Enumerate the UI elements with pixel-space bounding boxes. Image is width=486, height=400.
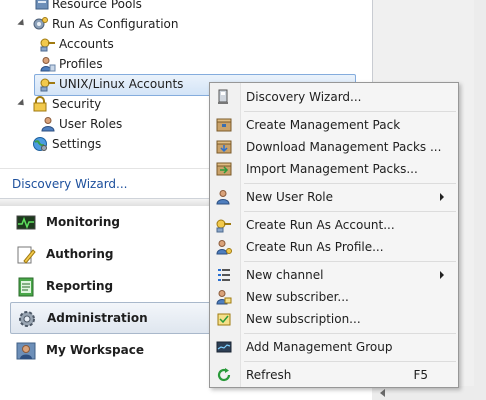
- authoring-icon: [17, 246, 36, 264]
- administration-gear-icon: [19, 311, 35, 327]
- expand-chevron-icon[interactable]: [17, 98, 27, 109]
- menu-separator: [244, 183, 456, 184]
- management-pack-icon: [216, 118, 232, 132]
- wunderbar-label: Authoring: [46, 247, 114, 261]
- submenu-arrow-icon: [440, 271, 444, 279]
- wunderbar-label: Administration: [47, 311, 148, 325]
- menu-item-label: Discovery Wizard...: [246, 90, 362, 104]
- menu-item-label: New channel: [246, 268, 324, 282]
- subscriber-icon: [216, 290, 232, 305]
- menu-item-create-management-pack[interactable]: Create Management Pack: [212, 114, 456, 136]
- unix-account-key-icon: [40, 78, 55, 92]
- tree-item-label: Security: [52, 97, 102, 111]
- menu-item-new-subscriber[interactable]: New subscriber...: [212, 286, 456, 308]
- wunderbar-label: Monitoring: [46, 215, 120, 229]
- menu-item-download-management-packs[interactable]: Download Management Packs ...: [212, 136, 456, 158]
- tree-item-label: Accounts: [59, 37, 114, 51]
- menu-item-label: Create Run As Account...: [246, 218, 395, 232]
- menu-item-label: Add Management Group: [246, 340, 393, 354]
- monitoring-icon: [16, 215, 36, 230]
- subscription-icon: [217, 313, 231, 326]
- menu-item-create-run-as-profile[interactable]: Create Run As Profile...: [212, 236, 456, 258]
- user-role-icon: [41, 117, 55, 132]
- menu-separator: [244, 361, 456, 362]
- settings-globe-icon: [33, 137, 47, 151]
- tree-item-label: Settings: [52, 137, 102, 151]
- menu-separator: [244, 211, 456, 212]
- submenu-arrow-icon: [440, 193, 444, 201]
- import-management-pack-icon: [216, 162, 232, 176]
- run-as-configuration-icon: [33, 17, 48, 30]
- tree-item-label: Resource Pools: [52, 0, 142, 11]
- vertical-scrollbar[interactable]: [474, 0, 486, 400]
- channel-list-icon: [218, 269, 230, 281]
- menu-item-refresh[interactable]: Refresh F5: [212, 364, 456, 386]
- menu-item-discovery-wizard[interactable]: Discovery Wizard...: [212, 86, 456, 108]
- refresh-icon: [217, 368, 231, 382]
- menu-item-label: Download Management Packs ...: [246, 140, 442, 154]
- menu-separator: [244, 111, 456, 112]
- discovery-wizard-icon: [218, 89, 228, 104]
- resource-pools-icon: [35, 0, 49, 10]
- menu-separator: [244, 333, 456, 334]
- menu-item-new-channel[interactable]: New channel: [212, 264, 456, 286]
- tree-item-label: UNIX/Linux Accounts: [59, 77, 184, 91]
- horizontal-scrollbar[interactable]: [372, 386, 474, 400]
- menu-item-label: Refresh: [246, 368, 292, 382]
- wunderbar-label: My Workspace: [46, 343, 144, 357]
- menu-item-new-user-role[interactable]: New User Role: [212, 186, 456, 208]
- management-group-icon: [216, 341, 232, 353]
- user-role-icon: [216, 190, 230, 205]
- menu-item-label: Import Management Packs...: [246, 162, 418, 176]
- menu-item-label: Create Run As Profile...: [246, 240, 384, 254]
- download-management-pack-icon: [216, 140, 232, 154]
- run-as-account-icon: [216, 219, 231, 233]
- run-as-profile-icon: [216, 240, 232, 255]
- menu-item-label: Create Management Pack: [246, 118, 401, 132]
- tree-item-label: Run As Configuration: [52, 17, 179, 31]
- refresh-shortcut: F5: [413, 368, 428, 382]
- tree-item-label: Profiles: [59, 57, 103, 71]
- scroll-left-arrow-icon[interactable]: [380, 389, 385, 397]
- account-key-icon: [40, 38, 55, 52]
- menu-item-label: New User Role: [246, 190, 334, 204]
- security-lock-icon: [33, 96, 47, 112]
- menu-item-label: New subscriber...: [246, 290, 349, 304]
- wunderbar-label: Reporting: [46, 279, 114, 293]
- expand-chevron-icon[interactable]: [17, 18, 27, 29]
- profile-user-icon: [40, 57, 56, 72]
- menu-item-label: New subscription...: [246, 312, 361, 326]
- reporting-icon: [18, 277, 34, 297]
- tree-item-label: User Roles: [59, 117, 123, 131]
- menu-item-add-management-group[interactable]: Add Management Group: [212, 336, 456, 358]
- context-menu: Discovery Wizard... Create Management Pa…: [209, 82, 459, 388]
- discovery-wizard-link[interactable]: Discovery Wizard...: [12, 177, 127, 191]
- menu-item-new-subscription[interactable]: New subscription...: [212, 308, 456, 330]
- menu-item-import-management-packs[interactable]: Import Management Packs...: [212, 158, 456, 180]
- menu-separator: [244, 261, 456, 262]
- my-workspace-icon: [16, 342, 36, 360]
- menu-item-create-run-as-account[interactable]: Create Run As Account...: [212, 214, 456, 236]
